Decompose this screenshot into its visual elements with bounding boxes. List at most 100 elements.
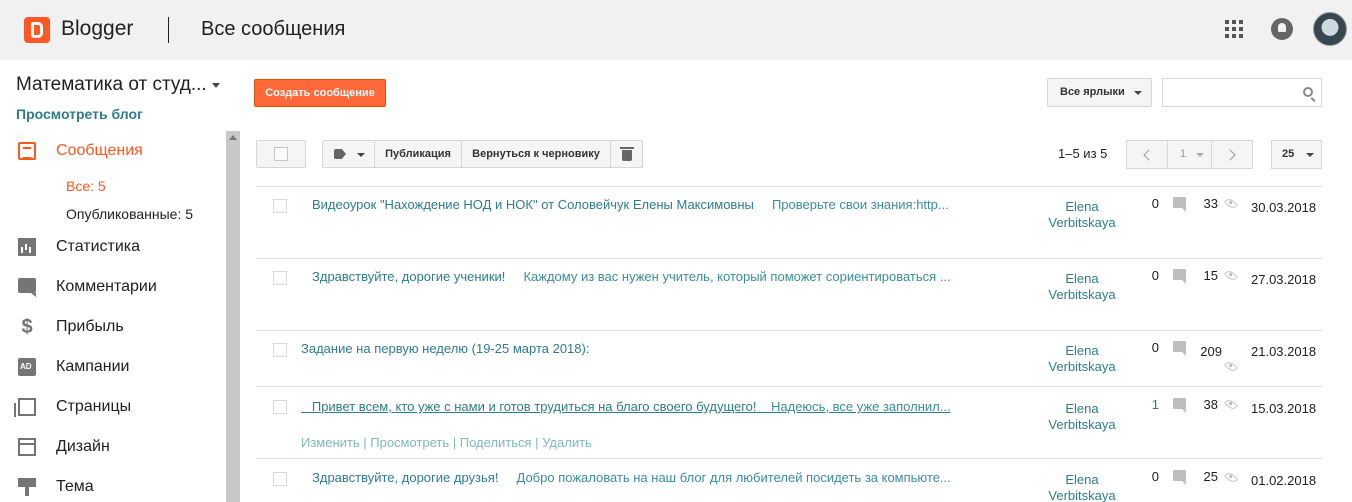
sidebar-subitem-published[interactable]: Опубликованные: 5 <box>66 206 193 222</box>
post-title: Здравствуйте, дорогие друзья! <box>312 470 499 485</box>
chevron-down-icon <box>1306 153 1314 157</box>
blogger-logo-icon[interactable] <box>24 17 50 43</box>
create-post-button[interactable]: Создать сообщение <box>254 79 386 107</box>
action-separator: | <box>449 435 460 450</box>
sidebar-scrollbar[interactable] <box>226 131 240 502</box>
page-select[interactable]: 1 <box>1167 140 1212 169</box>
labels-filter-dropdown[interactable]: Все ярлыки <box>1047 78 1152 107</box>
select-all-checkbox[interactable] <box>256 140 306 168</box>
view-count: 15 <box>1203 268 1218 283</box>
per-page-select[interactable]: 25 <box>1271 140 1322 169</box>
next-page-button[interactable] <box>1211 140 1253 169</box>
view-count: 38 <box>1203 397 1218 412</box>
chevron-down-icon[interactable] <box>212 83 220 88</box>
page-title: Все сообщения <box>201 18 346 40</box>
sidebar-item-campaigns[interactable]: Кампании <box>16 355 221 379</box>
post-title-link[interactable]: Здравствуйте, дорогие ученики! Каждому и… <box>312 269 951 284</box>
app-header: Blogger Все сообщения <box>0 0 1352 60</box>
view-count: 25 <box>1203 469 1218 484</box>
sidebar-item-label: Комментарии <box>56 278 157 295</box>
table-row[interactable]: Здравствуйте, дорогие друзья! Добро пожа… <box>256 458 1322 502</box>
edit-link[interactable]: Изменить <box>301 435 360 450</box>
chevron-down-icon <box>1134 91 1142 95</box>
labels-filter-label: Все ярлыки <box>1060 86 1125 98</box>
table-row[interactable]: Здравствуйте, дорогие ученики! Каждому и… <box>256 258 1322 330</box>
sidebar-item-earnings[interactable]: $ Прибыль <box>16 315 221 339</box>
prev-page-button[interactable] <box>1126 140 1168 169</box>
share-link[interactable]: Поделиться <box>460 435 532 450</box>
apps-grid-icon[interactable] <box>1225 20 1243 38</box>
post-date: 21.03.2018 <box>1251 344 1317 359</box>
author-first-name: Elena <box>1065 199 1099 214</box>
header-divider <box>168 17 169 43</box>
post-author[interactable]: Elena Verbitskaya <box>1036 472 1128 502</box>
notifications-icon[interactable] <box>1271 18 1293 40</box>
row-checkbox[interactable] <box>273 199 287 213</box>
chevron-down-icon <box>357 153 365 157</box>
eye-icon <box>1224 397 1238 412</box>
sidebar-item-pages[interactable]: Страницы <box>14 395 221 419</box>
delete-button[interactable] <box>610 140 643 168</box>
posts-icon <box>18 142 36 160</box>
comment-count[interactable]: 1 <box>1145 397 1159 412</box>
search-icon[interactable] <box>1303 87 1313 97</box>
apply-label-button[interactable] <box>322 140 375 168</box>
chevron-down-icon <box>1196 153 1204 157</box>
publish-button[interactable]: Публикация <box>374 140 462 168</box>
sidebar-item-comments[interactable]: Комментарии <box>16 275 221 299</box>
row-checkbox[interactable] <box>273 343 287 357</box>
post-date: 01.02.2018 <box>1251 473 1317 488</box>
sidebar-item-label: Страницы <box>56 398 132 415</box>
post-title-link[interactable]: Задание на первую неделю (19-25 марта 20… <box>301 341 589 356</box>
author-first-name: Elena <box>1065 472 1099 487</box>
comment-icon <box>1173 269 1186 284</box>
pages-icon <box>14 398 36 417</box>
post-author[interactable]: Elena Verbitskaya <box>1036 199 1128 231</box>
post-date: 30.03.2018 <box>1251 200 1317 215</box>
post-title-link[interactable]: Видеоурок "Нахождение НОД и НОК" от Соло… <box>312 197 949 212</box>
sidebar-item-layout[interactable]: Дизайн <box>16 435 221 459</box>
page-number: 1 <box>1180 148 1187 160</box>
search-input[interactable] <box>1162 78 1322 107</box>
sidebar-subitem-all[interactable]: Все: 5 <box>66 178 106 194</box>
sidebar-item-theme[interactable]: Тема <box>16 475 221 499</box>
row-checkbox[interactable] <box>273 472 287 486</box>
delete-link[interactable]: Удалить <box>542 435 592 450</box>
sidebar-item-label: Кампании <box>56 358 130 375</box>
table-row[interactable]: Задание на первую неделю (19-25 марта 20… <box>256 330 1322 386</box>
view-link[interactable]: Просмотреть <box>370 435 449 450</box>
brand-name[interactable]: Blogger <box>61 17 133 41</box>
table-row[interactable]: Видеоурок "Нахождение НОД и НОК" от Соло… <box>256 186 1322 258</box>
sidebar-item-posts[interactable]: Сообщения <box>16 139 221 163</box>
row-checkbox[interactable] <box>273 400 287 414</box>
comments-icon <box>18 278 36 297</box>
chevron-left-icon <box>1143 149 1155 161</box>
comment-count: 0 <box>1151 469 1159 484</box>
post-author[interactable]: Elena Verbitskaya <box>1036 271 1128 303</box>
earnings-icon: $ <box>21 316 33 338</box>
post-author[interactable]: Elena Verbitskaya <box>1036 343 1128 375</box>
view-blog-link[interactable]: Просмотреть блог <box>16 106 143 122</box>
post-title-link[interactable]: Привет всем, кто уже с нами и готов труд… <box>301 399 951 414</box>
avatar[interactable] <box>1313 12 1347 46</box>
post-date: 15.03.2018 <box>1251 401 1317 416</box>
post-snippet: Проверьте свои знания:http... <box>771 197 949 212</box>
revert-to-draft-button[interactable]: Вернуться к черновику <box>461 140 611 168</box>
pagination-range: 1–5 из 5 <box>1058 146 1108 161</box>
post-title-link[interactable]: Здравствуйте, дорогие друзья! Добро пожа… <box>312 470 951 485</box>
scroll-up-icon[interactable] <box>229 135 237 140</box>
checkbox[interactable] <box>274 147 288 161</box>
post-snippet: Добро пожаловать на наш блог для любител… <box>516 470 951 485</box>
author-first-name: Elena <box>1065 401 1099 416</box>
comment-icon <box>1173 197 1186 212</box>
author-first-name: Elena <box>1065 343 1099 358</box>
post-author[interactable]: Elena Verbitskaya <box>1036 401 1128 433</box>
comment-count: 0 <box>1151 340 1159 355</box>
row-checkbox[interactable] <box>273 271 287 285</box>
comment-count: 0 <box>1151 196 1159 211</box>
layout-icon <box>18 438 36 456</box>
sidebar-item-label: Сообщения <box>56 142 143 159</box>
table-row[interactable]: Привет всем, кто уже с нами и готов труд… <box>256 386 1322 458</box>
blog-selector[interactable]: Математика от студ... <box>16 74 216 96</box>
sidebar-item-stats[interactable]: Статистика <box>16 235 221 259</box>
